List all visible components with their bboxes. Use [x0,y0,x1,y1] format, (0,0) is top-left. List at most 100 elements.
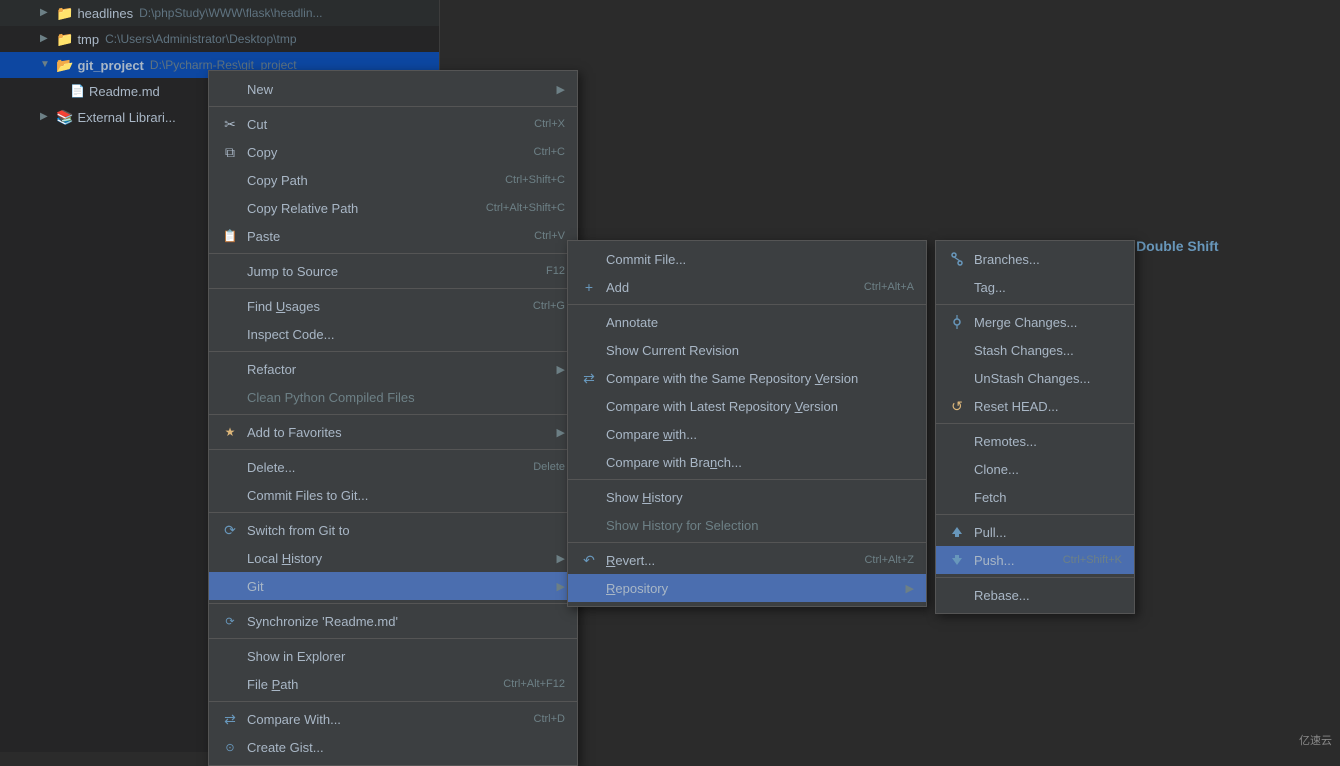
menu-item-add-favorites[interactable]: ★ Add to Favorites ▶ [209,418,577,446]
tree-item-path: C:\Users\Administrator\Desktop\tmp [105,32,296,46]
menu-separator [209,414,577,415]
menu-item-file-path[interactable]: File Path Ctrl+Alt+F12 [209,670,577,698]
menu-item-revert[interactable]: ↶ Revert... Ctrl+Alt+Z [568,546,926,574]
menu-item-jump-to-source[interactable]: Jump to Source F12 [209,257,577,285]
empty-icon [580,250,598,268]
context-menu-main: New ▶ ✂ Cut Ctrl+X ⧉ Copy Ctrl+C Copy Pa… [208,70,578,766]
menu-item-new[interactable]: New ▶ [209,75,577,103]
tree-arrow: ▼ [40,59,52,71]
menu-item-paste[interactable]: 📋 Paste Ctrl+V [209,222,577,250]
menu-item-label: Compare With... [247,712,514,727]
menu-separator [209,253,577,254]
menu-item-label: File Path [247,677,483,692]
menu-item-reset-head[interactable]: ↺ Reset HEAD... [936,392,1134,420]
menu-item-label: Delete... [247,460,513,475]
menu-item-push[interactable]: Push... Ctrl+Shift+K [936,546,1134,574]
folder-icon: 📂 [56,57,73,74]
empty-icon [221,171,239,189]
tree-arrow: ▶ [40,33,52,45]
menu-item-label: Copy Path [247,173,485,188]
search-shortcut: Double Shift [1136,238,1218,254]
menu-item-label: Commit File... [606,252,914,267]
empty-icon [221,388,239,406]
menu-item-local-history[interactable]: Local History ▶ [209,544,577,572]
menu-item-show-explorer[interactable]: Show in Explorer [209,642,577,670]
menu-item-clone[interactable]: Clone... [936,455,1134,483]
menu-item-tag[interactable]: Tag... [936,273,1134,301]
menu-item-label: Jump to Source [247,264,526,279]
menu-item-show-history[interactable]: Show History [568,483,926,511]
submenu-arrow: ▶ [557,363,565,376]
new-icon [221,80,239,98]
menu-item-label: Reset HEAD... [974,399,1122,414]
tree-item-name: git_project [77,58,143,73]
empty-icon [580,313,598,331]
folder-icon: 📚 [56,109,73,126]
menu-item-add[interactable]: + Add Ctrl+Alt+A [568,273,926,301]
menu-item-compare-branch[interactable]: Compare with Branch... [568,448,926,476]
copy-icon: ⧉ [221,143,239,161]
paste-icon: 📋 [221,227,239,245]
menu-item-shortcut: Ctrl+C [534,146,565,158]
menu-item-label: Copy [247,145,514,160]
menu-item-pull[interactable]: Pull... [936,518,1134,546]
menu-item-label: Paste [247,229,514,244]
menu-item-repository[interactable]: Repository ▶ [568,574,926,602]
menu-item-remotes[interactable]: Remotes... [936,427,1134,455]
menu-item-refactor[interactable]: Refactor ▶ [209,355,577,383]
menu-item-copy[interactable]: ⧉ Copy Ctrl+C [209,138,577,166]
menu-item-stash-changes[interactable]: Stash Changes... [936,336,1134,364]
empty-icon [948,432,966,450]
menu-item-commit-files[interactable]: Commit Files to Git... [209,481,577,509]
menu-item-synchronize[interactable]: ⟳ Synchronize 'Readme.md' [209,607,577,635]
menu-item-label: Rebase... [974,588,1122,603]
tree-arrow: ▶ [40,7,52,19]
menu-item-delete[interactable]: Delete... Delete [209,453,577,481]
menu-item-unstash-changes[interactable]: UnStash Changes... [936,364,1134,392]
switch-icon: ⟳ [221,521,239,539]
menu-separator [936,514,1134,515]
menu-separator [936,304,1134,305]
menu-item-find-usages[interactable]: Find Usages Ctrl+G [209,292,577,320]
menu-item-compare-with2[interactable]: Compare with... [568,420,926,448]
menu-item-shortcut: Ctrl+Alt+Z [864,554,914,566]
menu-item-compare-same-repo[interactable]: ⇄ Compare with the Same Repository Versi… [568,364,926,392]
tree-item-tmp[interactable]: ▶ 📁 tmp C:\Users\Administrator\Desktop\t… [0,26,439,52]
menu-item-label: Tag... [974,280,1122,295]
menu-item-git[interactable]: Git ▶ [209,572,577,600]
menu-item-rebase[interactable]: Rebase... [936,581,1134,609]
menu-item-copy-relative-path[interactable]: Copy Relative Path Ctrl+Alt+Shift+C [209,194,577,222]
empty-icon [221,675,239,693]
menu-item-compare-with[interactable]: ⇄ Compare With... Ctrl+D [209,705,577,733]
menu-item-cut[interactable]: ✂ Cut Ctrl+X [209,110,577,138]
menu-item-inspect-code[interactable]: Inspect Code... [209,320,577,348]
branches-icon [948,250,966,268]
menu-item-merge-changes[interactable]: Merge Changes... [936,308,1134,336]
menu-item-switch-git[interactable]: ⟳ Switch from Git to [209,516,577,544]
empty-icon [580,579,598,597]
menu-item-annotate[interactable]: Annotate [568,308,926,336]
folder-icon: 📁 [56,5,73,22]
menu-item-fetch[interactable]: Fetch [936,483,1134,511]
menu-item-label: Clone... [974,462,1122,477]
menu-item-label: Annotate [606,315,914,330]
submenu-arrow: ▶ [557,552,565,565]
tree-item-name: headlines [77,6,133,21]
menu-item-branches[interactable]: Branches... [936,245,1134,273]
tree-item-name: Readme.md [89,84,160,99]
empty-icon [221,549,239,567]
menu-separator [209,603,577,604]
menu-item-label: Show Current Revision [606,343,914,358]
menu-separator [209,638,577,639]
menu-item-show-current-revision[interactable]: Show Current Revision [568,336,926,364]
menu-item-label: Clean Python Compiled Files [247,390,565,405]
tree-item-headlines[interactable]: ▶ 📁 headlines D:\phpStudy\WWW\flask\head… [0,0,439,26]
watermark: 亿速云 [1299,732,1332,748]
menu-item-copy-path[interactable]: Copy Path Ctrl+Shift+C [209,166,577,194]
menu-item-commit-file[interactable]: Commit File... [568,245,926,273]
menu-item-label: Copy Relative Path [247,201,466,216]
menu-item-label: Cut [247,117,514,132]
menu-item-create-gist[interactable]: ⊙ Create Gist... [209,733,577,761]
menu-item-label: Switch from Git to [247,523,565,538]
menu-item-compare-latest[interactable]: Compare with Latest Repository Version [568,392,926,420]
